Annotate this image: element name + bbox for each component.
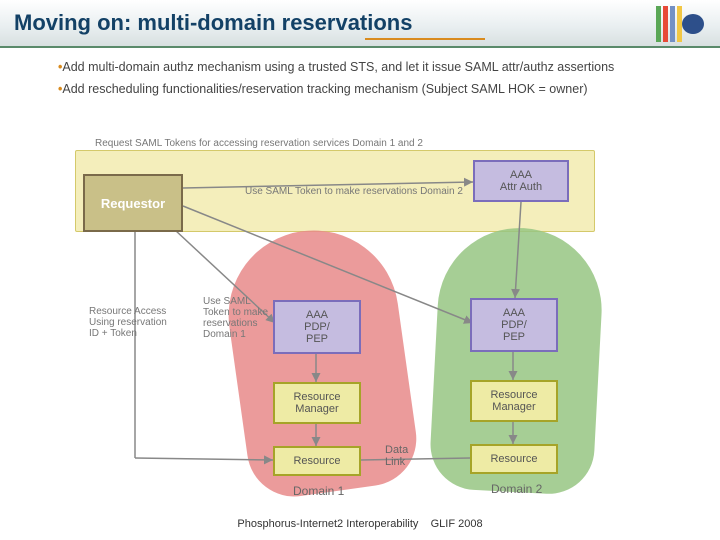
bullet-list: Add multi-domain authz mechanism using a… [0, 48, 720, 110]
slide-header: Moving on: multi-domain reservations [0, 0, 720, 48]
label-use-token-d1: Use SAML Token to make reservations Doma… [203, 296, 273, 340]
resource-manager-domain2-node: Resource Manager [470, 380, 558, 422]
aaa-attr-auth-node: AAA Attr Auth [473, 160, 569, 202]
title-underline [365, 38, 485, 40]
label-domain1: Domain 1 [293, 484, 344, 498]
requestor-node: Requestor [83, 174, 183, 232]
resource-domain2-node: Resource [470, 444, 558, 474]
label-data-link: Data Link [385, 444, 408, 468]
aaa-pdp-domain2-node: AAA PDP/ PEP [470, 298, 558, 352]
label-resource-access: Resource Access Using reservation ID + T… [89, 306, 179, 339]
footer-right: GLIF 2008 [431, 518, 483, 530]
resource-manager-domain1-node: Resource Manager [273, 382, 361, 424]
slide-footer: Phosphorus-Internet2 Interoperability GL… [0, 518, 720, 530]
label-domain2: Domain 2 [491, 482, 542, 496]
resource-domain1-node: Resource [273, 446, 361, 476]
bullet-item: Add rescheduling functionalities/reserva… [58, 82, 680, 96]
label-use-token-d2: Use SAML Token to make reservations Doma… [245, 186, 463, 197]
footer-left: Phosphorus-Internet2 Interoperability [237, 518, 418, 530]
architecture-diagram: Requestor AAA Attr Auth AAA PDP/ PEP AAA… [75, 128, 635, 503]
label-request-tokens: Request SAML Tokens for accessing reserv… [95, 138, 423, 149]
slide-title: Moving on: multi-domain reservations [14, 10, 412, 36]
aaa-pdp-domain1-node: AAA PDP/ PEP [273, 300, 361, 354]
bullet-item: Add multi-domain authz mechanism using a… [58, 60, 680, 74]
logo-icon [656, 6, 696, 42]
